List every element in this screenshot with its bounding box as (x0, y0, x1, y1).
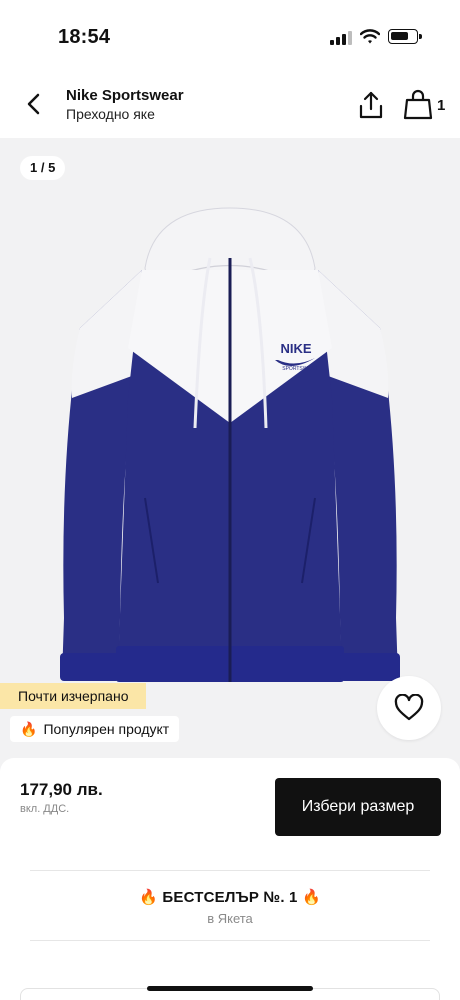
home-indicator (147, 986, 313, 991)
popular-label: Популярен продукт (43, 721, 170, 737)
favorite-button[interactable] (377, 676, 441, 740)
nike-logo-text: NIKE (280, 341, 311, 356)
share-icon[interactable] (357, 90, 385, 120)
back-button[interactable] (20, 90, 48, 118)
divider (30, 870, 430, 871)
select-size-button[interactable]: Избери размер (275, 778, 441, 836)
product-type: Преходно яке (66, 106, 155, 122)
popular-badge: 🔥 Популярен продукт (10, 716, 180, 742)
status-bar: 18:54 (0, 0, 460, 72)
fire-icon: 🔥 (301, 889, 321, 906)
bestseller-section: 🔥 БЕСТСЕЛЪР №. 1 🔥 в Якета (0, 858, 460, 1000)
sportswear-logo-text: SPORTSWEAR (282, 366, 318, 372)
chevron-left-icon (27, 93, 40, 115)
fire-icon: 🔥 (139, 889, 159, 906)
bestseller-title: 🔥 БЕСТСЕЛЪР №. 1 🔥 (0, 888, 460, 906)
brand-name[interactable]: Nike Sportswear (66, 87, 184, 104)
heart-icon (394, 694, 424, 721)
image-counter: 1 / 5 (20, 156, 66, 180)
low-stock-badge: Почти изчерпано (0, 683, 147, 709)
vat-note: вкл. ДДС. (20, 803, 70, 815)
signal-icon (330, 31, 352, 45)
wifi-icon (360, 29, 380, 44)
status-time: 18:54 (58, 26, 111, 48)
bestseller-label: БЕСТСЕЛЪР №. 1 (162, 889, 298, 906)
fire-icon: 🔥 (20, 721, 38, 737)
bag-count: 1 (437, 97, 446, 114)
product-header: Nike Sportswear Преходно яке 1 (0, 72, 460, 138)
bestseller-category: в Якета (207, 911, 253, 926)
shopping-bag-icon[interactable] (403, 89, 433, 121)
battery-icon (388, 29, 422, 44)
divider (30, 940, 430, 941)
purchase-bar: 177,90 лв. вкл. ДДС. Избери размер (0, 758, 460, 858)
product-image[interactable]: NIKE SPORTSWEAR (50, 198, 410, 718)
price: 177,90 лв. (20, 780, 103, 799)
product-gallery[interactable]: 1 / 5 NIKE SPORTSWEAR Почти изчерпано 🔥 … (0, 138, 460, 758)
